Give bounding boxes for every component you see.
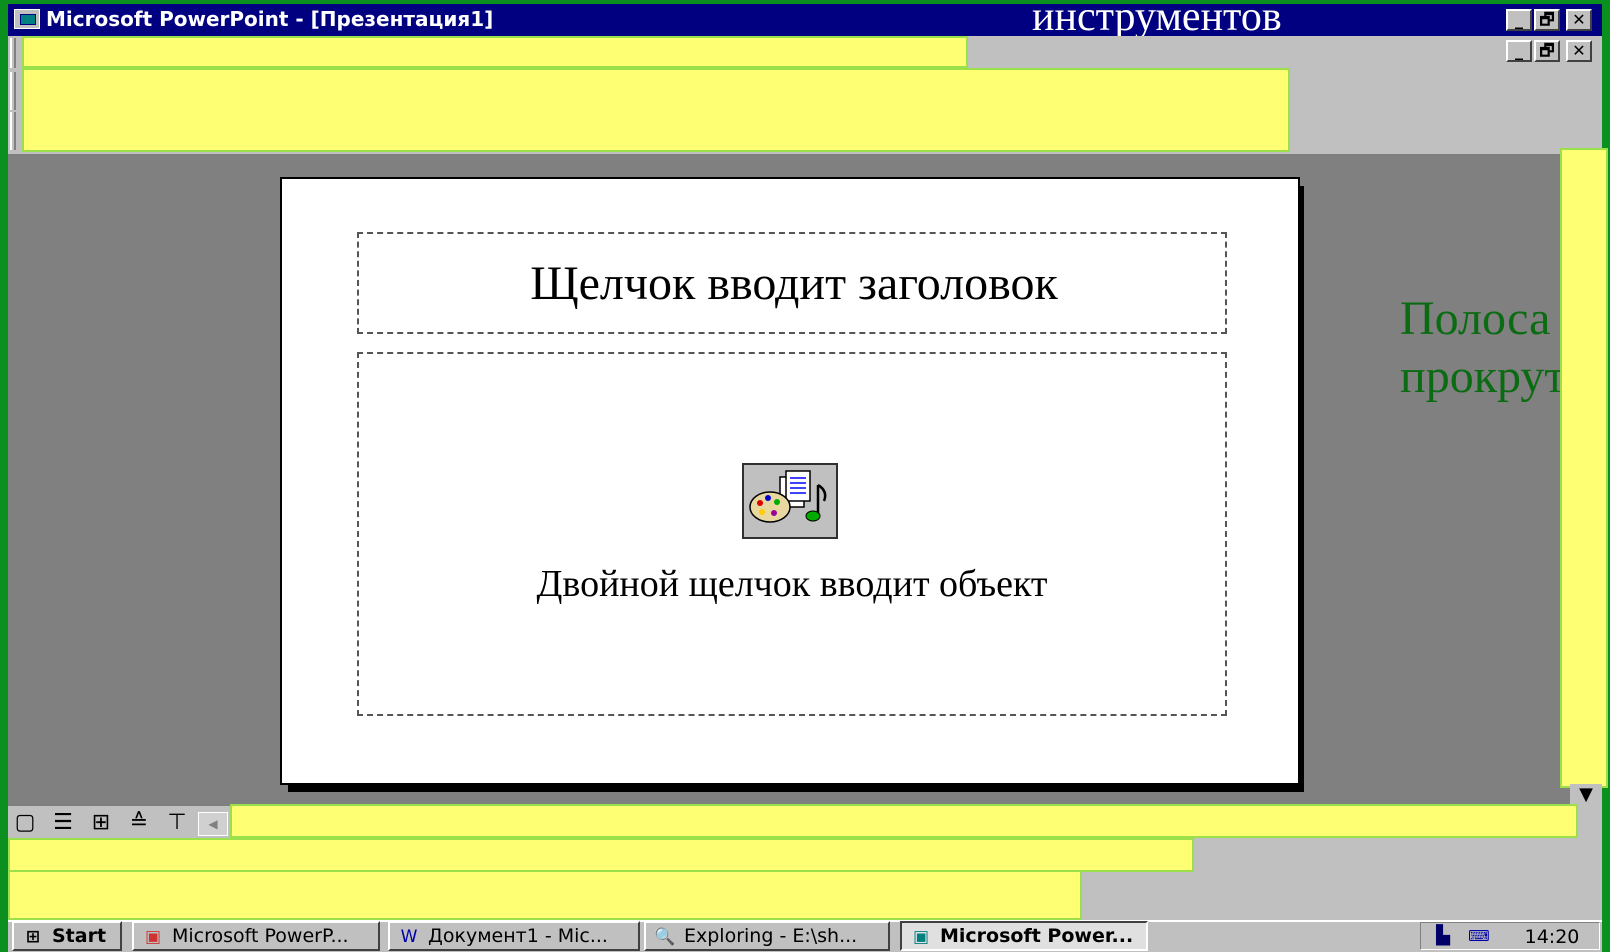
annotation-toolbar-label: инструментов [1032,0,1282,40]
start-label: Start [52,925,107,947]
magnifier-folder-icon: 🔍 [654,927,676,947]
toolbars-highlight[interactable] [22,68,1290,152]
toolbar-grip-2[interactable] [10,112,16,150]
network-icon[interactable]: ▙ [1428,924,1458,948]
taskbar-item-powerpoint-active[interactable]: ▣ Microsoft Power... [900,921,1148,951]
drawing-toolbar-highlight[interactable] [8,838,1194,872]
menu-bar-highlight[interactable] [22,36,968,68]
doc-restore-button[interactable]: 🗗 [1534,40,1560,62]
annotation-scroll-line-2: прокрутки [1400,350,1560,403]
title-placeholder-text: Щелчок вводит заголовок [530,257,1058,310]
outline-view-button[interactable]: ☰ [48,810,78,836]
horizontal-scrollbar[interactable] [230,804,1578,838]
vertical-scrollbar[interactable] [1560,148,1608,788]
annotation-scrollbar-label: Полоса прокрутки [1400,290,1560,420]
taskbar-item-label: Microsoft Power... [940,925,1134,947]
powerpoint-app-icon[interactable] [14,9,40,29]
doc-minimize-button[interactable]: _ [1506,40,1532,62]
powerpoint-icon: ▣ [144,927,162,947]
keyboard-layout-icon[interactable]: ⌨ [1462,924,1496,948]
menu-grip[interactable] [10,38,16,68]
toolbar-grip-1[interactable] [10,72,16,110]
clock[interactable]: 14:20 [1510,925,1594,949]
slide-sorter-view-button[interactable]: ⊞ [86,810,116,836]
down-arrow-icon: ▼ [1579,784,1593,805]
minimize-button[interactable]: _ [1506,9,1532,31]
title-placeholder[interactable]: Щелчок вводит заголовок [357,232,1227,334]
start-button[interactable]: ⊞ Start [12,921,122,951]
restore-button[interactable]: 🗗 [1534,9,1560,31]
slide-view-button[interactable]: ▢ [10,810,40,836]
taskbar-item-word[interactable]: W Документ1 - Mic... [388,921,640,951]
taskbar-item-label: Exploring - E:\sh... [684,925,858,947]
status-bar-highlight [8,870,1082,920]
annotation-scroll-line-1: Полоса [1400,292,1551,345]
word-document-icon: W [400,927,418,947]
slide-show-button[interactable]: ⊤ [162,810,192,836]
close-button[interactable]: ✕ [1566,9,1592,31]
taskbar-item-explorer[interactable]: 🔍 Exploring - E:\sh... [644,921,890,951]
taskbar-item-label: Microsoft PowerP... [172,925,349,947]
palette-document-note-icon [749,470,827,523]
taskbar-item-powerpoint-1[interactable]: ▣ Microsoft PowerP... [132,921,380,951]
doc-close-button[interactable]: ✕ [1566,40,1592,62]
insert-object-icon[interactable] [742,463,838,539]
windows-logo-icon: ⊞ [25,927,41,947]
left-arrow-icon: ◀ [208,817,218,831]
notes-view-button[interactable]: ≙ [124,810,154,836]
scroll-left-button[interactable]: ◀ [198,812,228,836]
object-placeholder-text: Двойной щелчок вводит объект [536,563,1048,605]
taskbar-item-label: Документ1 - Mic... [428,925,608,947]
window-title: Microsoft PowerPoint - [Презентация1] [46,7,494,31]
presentation-icon: ▣ [912,927,930,947]
